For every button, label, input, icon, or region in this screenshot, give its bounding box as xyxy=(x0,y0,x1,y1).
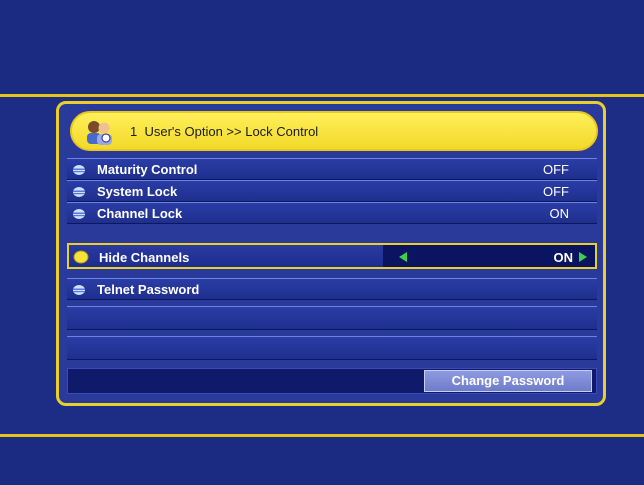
globe-icon xyxy=(73,165,85,175)
arrow-right-icon[interactable] xyxy=(579,252,587,262)
list-item-system-lock[interactable]: System Lock OFF xyxy=(67,180,597,202)
list-item-channel-lock[interactable]: Channel Lock ON xyxy=(67,202,597,224)
item-label: Telnet Password xyxy=(97,282,200,297)
yellow-dot-icon xyxy=(73,250,89,264)
screen-bottom-area xyxy=(0,437,644,485)
globe-icon xyxy=(73,187,85,197)
screen-top-area xyxy=(0,0,644,94)
empty-row xyxy=(67,336,597,360)
item-label: Maturity Control xyxy=(97,162,198,177)
globe-icon xyxy=(73,209,85,219)
globe-icon xyxy=(73,285,85,295)
item-value: ON xyxy=(553,250,574,265)
arrow-left-icon[interactable] xyxy=(399,252,407,262)
change-password-button[interactable]: Change Password xyxy=(424,370,592,392)
page-title: 1 User's Option >> Lock Control xyxy=(130,124,318,139)
title-bar: 1 User's Option >> Lock Control xyxy=(70,111,598,151)
list-item-telnet-password[interactable]: Telnet Password xyxy=(67,278,597,300)
item-value: OFF xyxy=(543,162,569,177)
bottom-action-bar: Change Password xyxy=(67,368,597,394)
list-item-maturity-control[interactable]: Maturity Control OFF xyxy=(67,158,597,180)
list-item-hide-channels[interactable]: Hide Channels ON xyxy=(67,243,597,269)
empty-row xyxy=(67,306,597,330)
breadcrumb: User's Option >> Lock Control xyxy=(144,124,319,139)
item-label: System Lock xyxy=(97,184,178,199)
item-label: Hide Channels xyxy=(99,250,190,265)
item-value: ON xyxy=(549,206,570,221)
item-value: OFF xyxy=(543,184,569,199)
users-icon xyxy=(87,121,112,145)
item-label: Channel Lock xyxy=(97,206,183,221)
menu-number: 1 xyxy=(130,124,138,139)
